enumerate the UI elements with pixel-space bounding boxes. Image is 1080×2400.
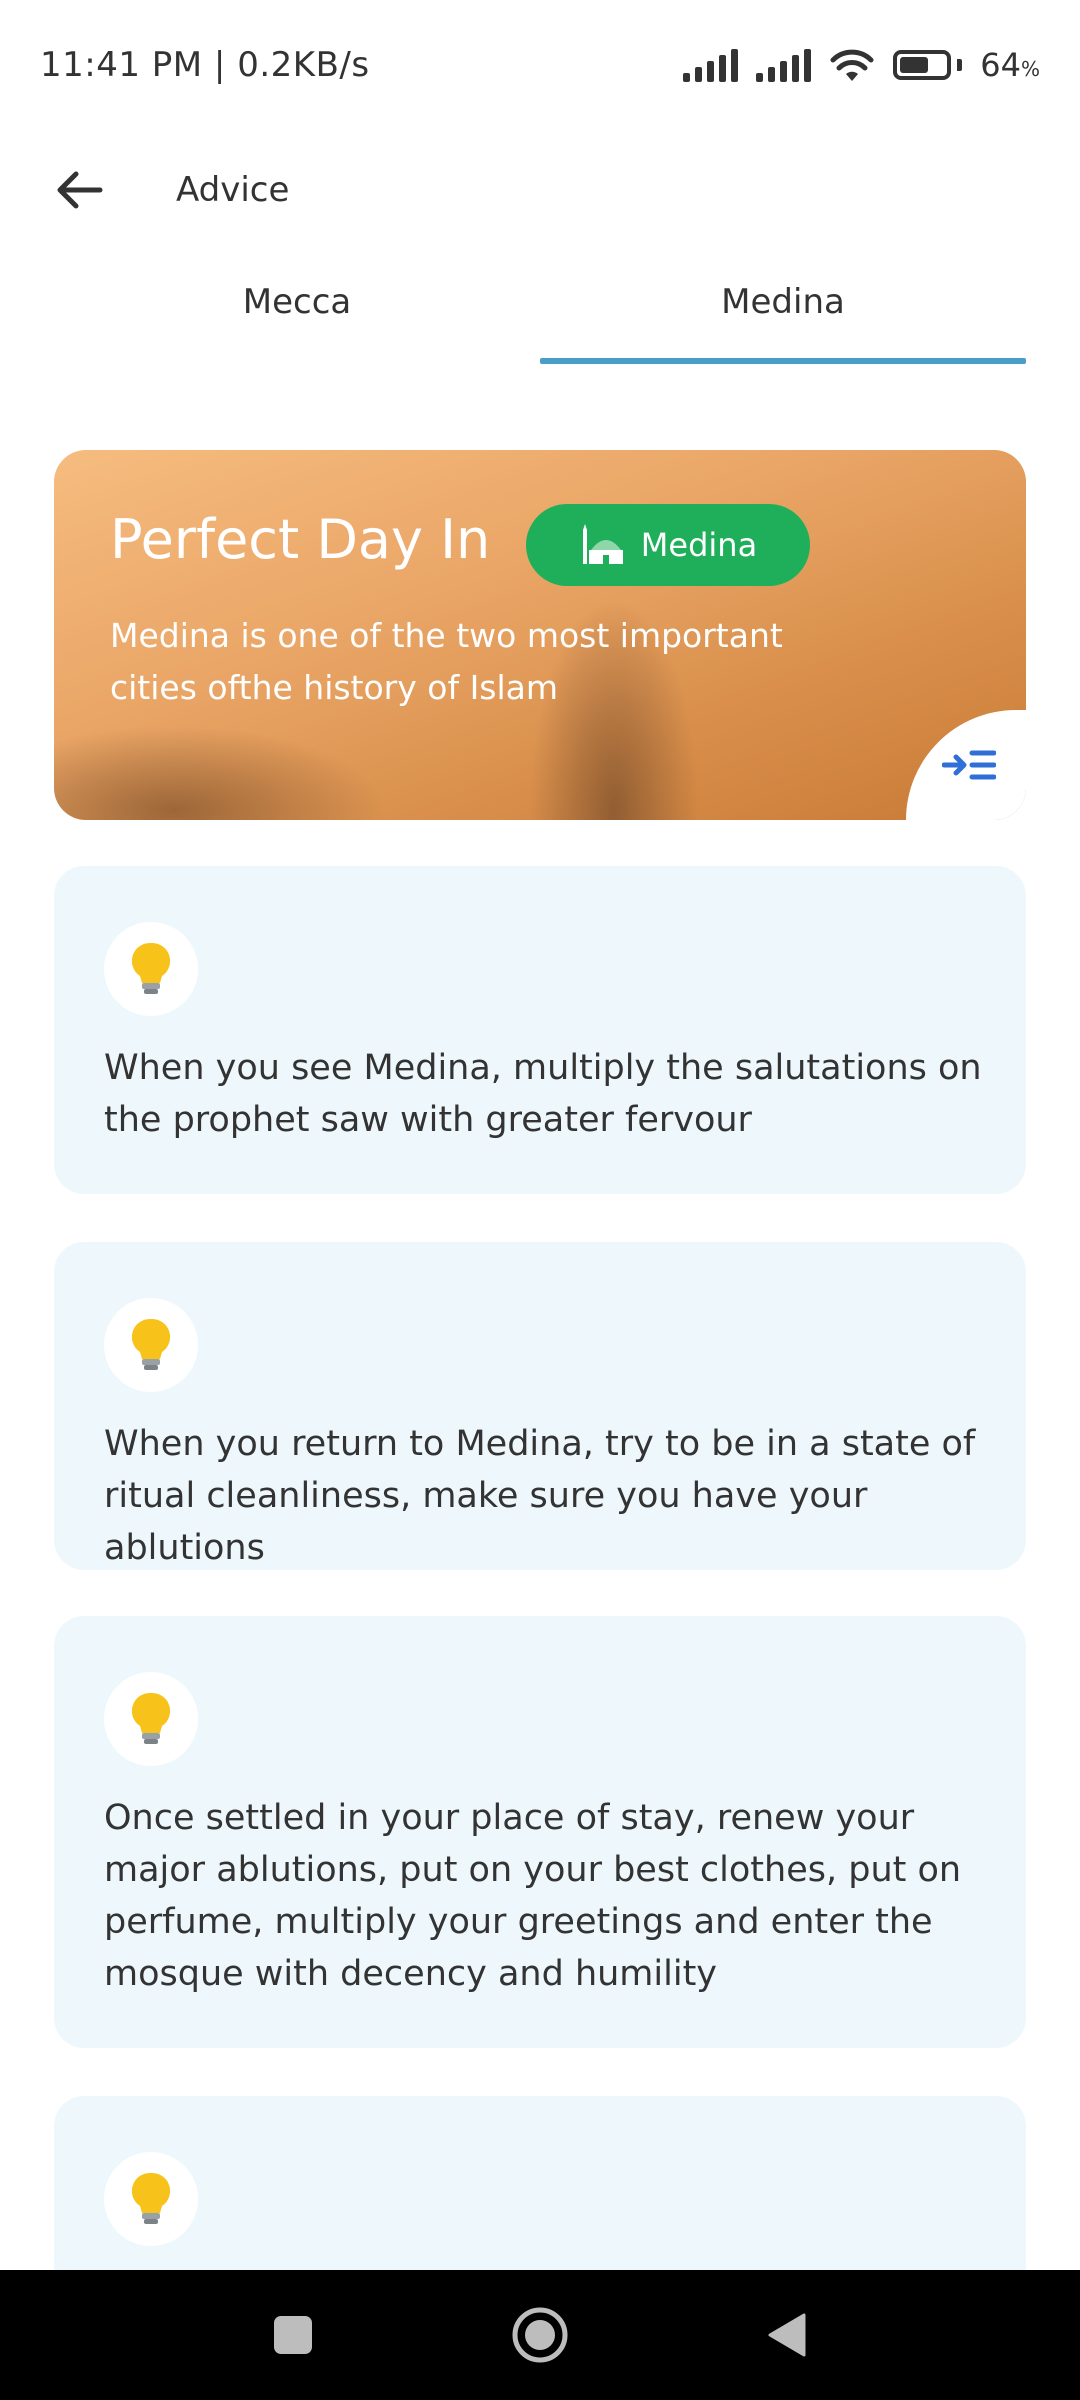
mosque-icon <box>582 524 623 564</box>
city-chip[interactable]: Medina <box>526 504 810 586</box>
advice-card: Once settled in your place of stay, rene… <box>54 1616 1026 2048</box>
arrow-left-icon <box>57 171 103 209</box>
advice-text: When you return to Medina, try to be in … <box>104 1424 976 1568</box>
tab-mecca[interactable]: Mecca <box>54 240 540 364</box>
status-bar: 11:41 PM | 0.2KB/s 64% <box>0 0 1080 130</box>
battery-percent: 64% <box>980 46 1040 84</box>
advice-card: When you see Medina, multiply the saluta… <box>54 866 1026 1194</box>
advice-card <box>54 2096 1026 2270</box>
signal-icon <box>683 48 739 82</box>
recents-square-icon <box>274 2316 313 2354</box>
lightbulb-badge <box>104 1298 198 1392</box>
lightbulb-icon <box>131 2172 171 2224</box>
tab-medina[interactable]: Medina <box>540 240 1026 364</box>
battery-fill <box>900 57 929 73</box>
hero-banner: Perfect Day In Medina Medina is one of t… <box>54 450 1026 820</box>
advice-text: When you see Medina, multiply the saluta… <box>104 1048 982 1140</box>
signal-icon-2 <box>756 48 812 82</box>
lightbulb-badge <box>104 2152 198 2246</box>
home-circle-icon <box>512 2307 568 2363</box>
back-triangle-icon <box>768 2313 806 2357</box>
lightbulb-badge <box>104 922 198 1016</box>
battery-icon <box>893 50 963 80</box>
advice-card: When you return to Medina, try to be in … <box>54 1242 1026 1570</box>
wifi-icon <box>830 49 874 81</box>
lightbulb-icon <box>131 1692 171 1744</box>
city-chip-label: Medina <box>640 526 758 564</box>
lightbulb-icon <box>131 942 171 994</box>
page-title: Advice <box>176 170 290 210</box>
nav-back-button[interactable] <box>747 2295 827 2375</box>
indent-list-icon <box>942 750 996 780</box>
hero-description: Medina is one of the two most important … <box>110 616 783 707</box>
hero-title: Perfect Day In <box>110 508 491 571</box>
lightbulb-badge <box>104 1672 198 1766</box>
recents-button[interactable] <box>253 2295 333 2375</box>
advice-text: Once settled in your place of stay, rene… <box>104 1798 962 1994</box>
status-time: 11:41 PM | 0.2KB/s <box>40 45 370 85</box>
tab-bar: Mecca Medina <box>54 240 1026 364</box>
back-button[interactable] <box>50 160 110 220</box>
status-icons: 64% <box>683 46 1040 84</box>
system-nav-bar <box>0 2270 1080 2400</box>
lightbulb-icon <box>131 1318 171 1370</box>
home-button[interactable] <box>500 2295 580 2375</box>
tab-indicator <box>540 358 1026 364</box>
hero-more-button[interactable] <box>906 710 1026 820</box>
